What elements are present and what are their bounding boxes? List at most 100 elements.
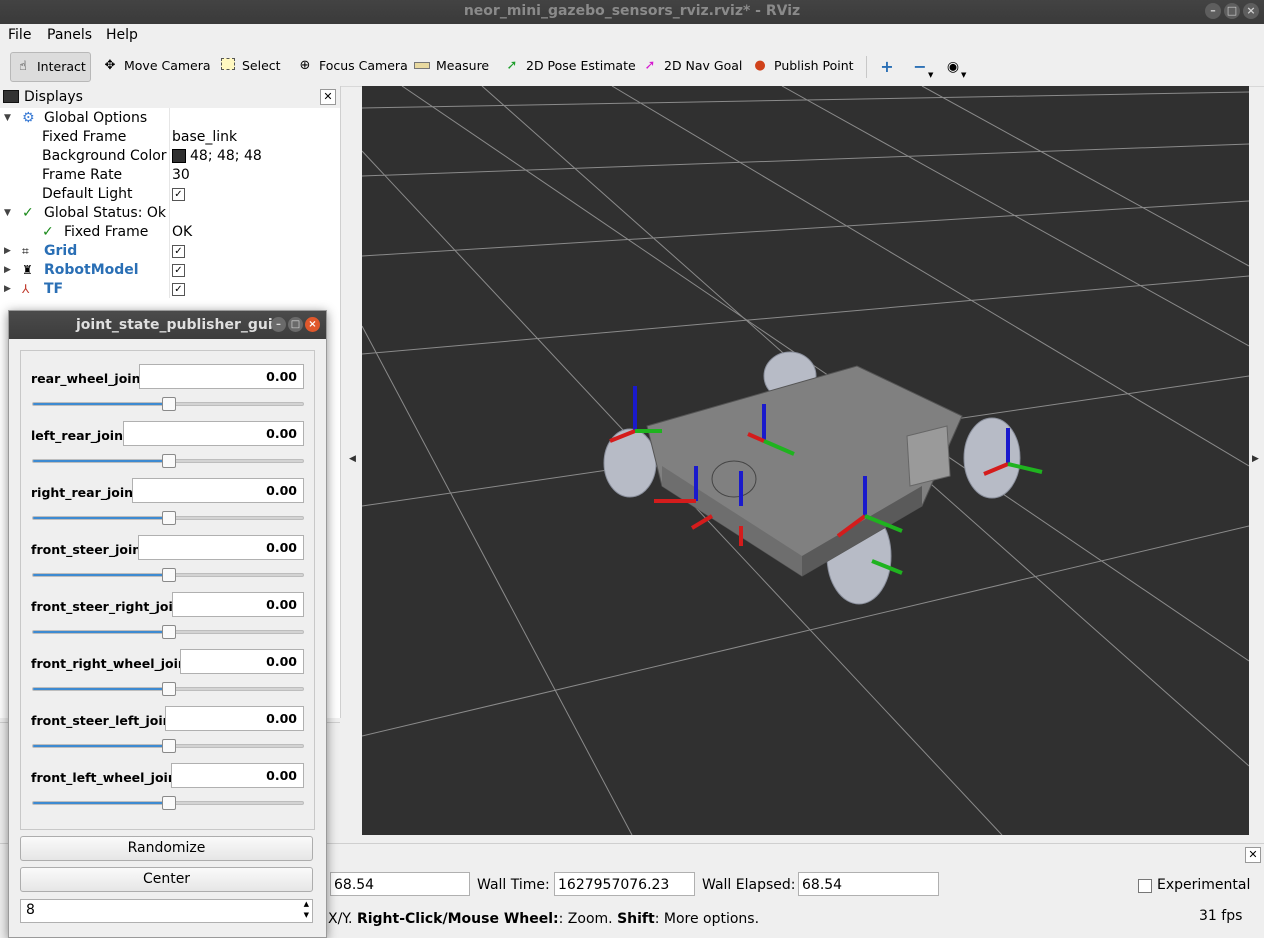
spin-down-icon[interactable]: ▼ bbox=[304, 911, 309, 919]
joint-name: front_right_wheel_joint bbox=[31, 656, 193, 671]
eye-icon[interactable]: ◉ bbox=[945, 59, 961, 75]
status-ok-icon: ✓ bbox=[22, 205, 34, 221]
joint-name: right_rear_joint bbox=[31, 485, 140, 500]
close-icon[interactable]: × bbox=[305, 317, 320, 332]
joint-slider[interactable] bbox=[32, 625, 304, 639]
jsp-title-bar[interactable]: joint_state_publisher_gui – □ × bbox=[9, 311, 326, 339]
joint-name: front_steer_right_joint bbox=[31, 599, 188, 614]
joint-value-field[interactable]: 0.00 bbox=[139, 364, 304, 389]
checkmark-icon: ✓ bbox=[172, 187, 185, 201]
joint-slider[interactable] bbox=[32, 682, 304, 696]
ros-elapsed-field[interactable]: 68.54 bbox=[330, 872, 470, 896]
column-separator bbox=[169, 108, 170, 298]
count-spinbox[interactable]: 8 ▲ ▼ bbox=[20, 899, 313, 923]
joint-value-field[interactable]: 0.00 bbox=[138, 535, 304, 560]
expand-arrow-icon[interactable]: ▼ bbox=[4, 204, 11, 223]
joint-value-field[interactable]: 0.00 bbox=[172, 592, 304, 617]
menu-file[interactable]: File bbox=[8, 27, 31, 43]
magenta-arrow-icon: ➚ bbox=[644, 58, 656, 73]
joint-value-field[interactable]: 0.00 bbox=[171, 763, 304, 788]
center-button[interactable]: Center bbox=[20, 867, 313, 892]
wall-elapsed-field[interactable]: 68.54 bbox=[798, 872, 939, 896]
joint-name: front_steer_left_joint bbox=[31, 713, 178, 728]
joint-value-field[interactable]: 0.00 bbox=[132, 478, 304, 503]
menu-panels[interactable]: Panels bbox=[47, 27, 92, 43]
default-light-checkbox[interactable]: ✓ bbox=[172, 185, 185, 204]
move-arrows-icon: ✥ bbox=[104, 58, 116, 73]
experimental-label: Experimental bbox=[1157, 877, 1251, 893]
chevron-down-icon[interactable]: ▼ bbox=[961, 71, 966, 79]
chevron-down-icon[interactable]: ▼ bbox=[928, 71, 933, 79]
crosshair-icon: ⊕ bbox=[299, 58, 311, 73]
displays-panel-header: Displays ✕ bbox=[0, 86, 340, 108]
tool-measure-label: Measure bbox=[436, 58, 490, 73]
collapsed-arrow-icon[interactable]: ▶ bbox=[4, 280, 11, 299]
tool-2d-pose-estimate[interactable]: ➚ 2D Pose Estimate bbox=[500, 52, 640, 80]
frame-rate-value[interactable]: 30 bbox=[172, 166, 190, 185]
status-hint: X/Y. Right-Click/Mouse Wheel:: Zoom. Shi… bbox=[328, 911, 759, 927]
close-icon[interactable]: × bbox=[1243, 3, 1259, 19]
checkmark-icon: ✓ bbox=[172, 263, 185, 277]
tool-measure[interactable]: Measure bbox=[410, 52, 493, 80]
tool-2d-nav-goal[interactable]: ➚ 2D Nav Goal bbox=[638, 52, 746, 80]
randomize-button[interactable]: Randomize bbox=[20, 836, 313, 861]
close-panel-icon[interactable]: ✕ bbox=[320, 89, 336, 105]
joint-slider[interactable] bbox=[32, 454, 304, 468]
joint-row: front_steer_left_joint 0.00 bbox=[21, 693, 314, 753]
collapse-right-icon[interactable]: ▶ bbox=[1252, 454, 1259, 464]
robotmodel-enabled-checkbox[interactable]: ✓ bbox=[172, 261, 185, 280]
joint-slider[interactable] bbox=[32, 568, 304, 582]
joint-value-field[interactable]: 0.00 bbox=[123, 421, 304, 446]
ruler-icon bbox=[414, 58, 430, 74]
collapsed-arrow-icon[interactable]: ▶ bbox=[4, 242, 11, 261]
joint-slider[interactable] bbox=[32, 739, 304, 753]
tool-2d-nav-goal-label: 2D Nav Goal bbox=[664, 58, 743, 73]
expand-arrow-icon[interactable]: ▼ bbox=[4, 109, 11, 128]
slider-fill bbox=[33, 802, 168, 804]
wall-time-field[interactable]: 1627957076.23 bbox=[554, 872, 695, 896]
robot-model bbox=[603, 351, 1043, 605]
grid-enabled-checkbox[interactable]: ✓ bbox=[172, 242, 185, 261]
spin-up-icon[interactable]: ▲ bbox=[304, 900, 309, 908]
tool-publish-point[interactable]: ● Publish Point bbox=[748, 52, 858, 80]
joint-state-publisher-window: joint_state_publisher_gui – □ × rear_whe… bbox=[8, 310, 327, 938]
joint-slider[interactable] bbox=[32, 511, 304, 525]
minimize-icon[interactable]: – bbox=[1205, 3, 1221, 19]
joint-slider[interactable] bbox=[32, 397, 304, 411]
tool-focus-camera[interactable]: ⊕ Focus Camera bbox=[293, 52, 412, 80]
green-arrow-icon: ➚ bbox=[506, 58, 518, 73]
toolbar: ☝ Interact ✥ Move Camera Select ⊕ Focus … bbox=[0, 48, 1264, 87]
checkmark-icon: ✓ bbox=[172, 244, 185, 258]
remove-tool-icon[interactable]: − bbox=[912, 59, 928, 75]
axes-icon: ⅄ bbox=[22, 282, 30, 296]
collapse-left-icon[interactable]: ◀ bbox=[349, 454, 356, 464]
maximize-icon[interactable]: □ bbox=[288, 317, 303, 332]
displays-title: Displays bbox=[24, 89, 83, 105]
tool-interact[interactable]: ☝ Interact bbox=[10, 52, 91, 82]
tool-move-camera[interactable]: ✥ Move Camera bbox=[98, 52, 215, 80]
joint-value-field[interactable]: 0.00 bbox=[165, 706, 304, 731]
joint-slider[interactable] bbox=[32, 796, 304, 810]
experimental-checkbox[interactable] bbox=[1138, 879, 1152, 893]
hint-prefix: X/Y. bbox=[328, 911, 353, 927]
minimize-icon[interactable]: – bbox=[271, 317, 286, 332]
maximize-icon[interactable]: □ bbox=[1224, 3, 1240, 19]
add-tool-icon[interactable]: + bbox=[879, 59, 895, 75]
tool-select[interactable]: Select bbox=[216, 52, 285, 80]
status-ok-icon: ✓ bbox=[42, 224, 54, 240]
fixed-frame-value[interactable]: base_link bbox=[172, 128, 237, 147]
joint-value-field[interactable]: 0.00 bbox=[180, 649, 304, 674]
joint-name: front_left_wheel_joint bbox=[31, 770, 183, 785]
tf-enabled-checkbox[interactable]: ✓ bbox=[172, 280, 185, 299]
collapsed-arrow-icon[interactable]: ▶ bbox=[4, 261, 11, 280]
background-color-value[interactable]: 48; 48; 48 bbox=[172, 147, 262, 166]
slider-handle[interactable] bbox=[162, 796, 176, 810]
menu-bar: File Panels Help bbox=[0, 24, 1264, 48]
joint-name: left_rear_joint bbox=[31, 428, 129, 443]
menu-help[interactable]: Help bbox=[106, 27, 138, 43]
close-panel-icon[interactable]: ✕ bbox=[1245, 847, 1261, 863]
3d-viewport[interactable] bbox=[362, 86, 1249, 835]
tool-2d-pose-estimate-label: 2D Pose Estimate bbox=[526, 58, 636, 73]
joints-group: rear_wheel_joint 0.00 left_rear_joint 0.… bbox=[20, 350, 315, 830]
select-box-icon bbox=[220, 58, 236, 74]
